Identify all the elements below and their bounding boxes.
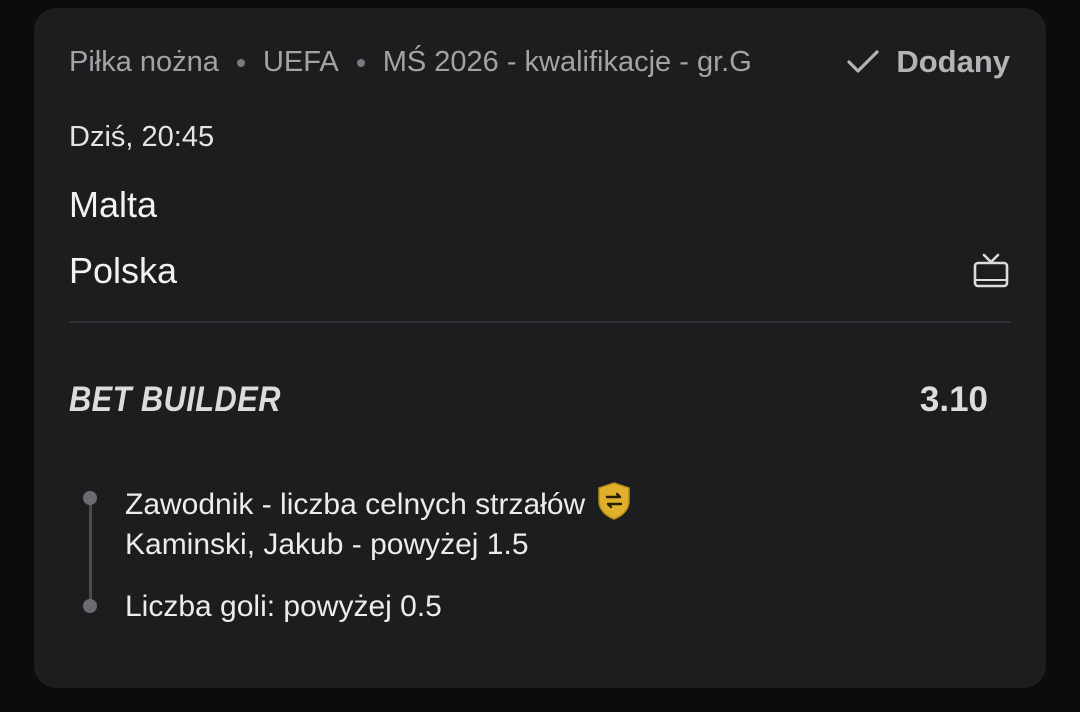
timeline-dot	[83, 491, 97, 505]
bet-type-label: BET BUILDER	[69, 380, 281, 419]
tv-icon[interactable]	[972, 252, 1010, 295]
selection-market-label: Zawodnik - liczba celnych strzałów	[125, 488, 586, 521]
bet-card[interactable]: Piłka nożna UEFA MŚ 2026 - kwalifikacje …	[34, 8, 1046, 688]
breadcrumb-region: UEFA	[262, 46, 339, 78]
breadcrumb-sport: Piłka nożna	[69, 46, 219, 78]
selection-pick: Kaminski, Jakub - powyżej 1.5	[125, 528, 529, 561]
event-datetime: Dziś, 20:45	[69, 121, 215, 153]
breadcrumb-competition: MŚ 2026 - kwalifikacje - gr.G	[382, 46, 752, 78]
breadcrumb: Piłka nożna UEFA MŚ 2026 - kwalifikacje …	[69, 46, 752, 79]
separator-dot	[236, 58, 245, 67]
separator-dot	[356, 58, 365, 67]
swap-shield-icon	[595, 481, 633, 529]
selection-market: Liczba goli: powyżej 0.5	[125, 590, 442, 623]
selection-timeline	[89, 498, 92, 606]
check-icon	[847, 50, 879, 73]
added-status-button[interactable]: Dodany	[846, 44, 1010, 80]
home-team[interactable]: Malta	[69, 184, 157, 226]
away-team[interactable]: Polska	[69, 250, 177, 292]
added-status-label: Dodany	[896, 44, 1010, 79]
divider	[69, 321, 1011, 323]
selection-market: Zawodnik - liczba celnych strzałów	[125, 481, 633, 529]
bet-odds: 3.10	[919, 380, 988, 419]
timeline-dot	[83, 599, 97, 613]
